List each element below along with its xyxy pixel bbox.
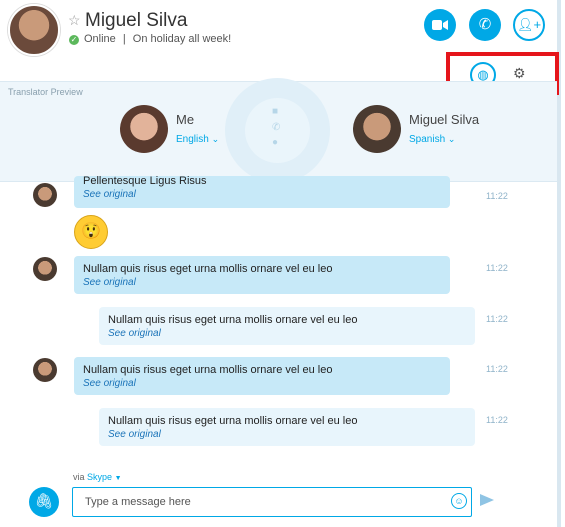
status-label: Online	[84, 33, 116, 45]
status-separator: |	[122, 33, 126, 45]
paperclip-icon: 🖇︎	[34, 493, 54, 510]
contact-avatar-small	[33, 257, 57, 281]
message-input[interactable]	[83, 495, 437, 509]
see-original-link[interactable]: See original	[83, 377, 441, 391]
via-service: Skype	[87, 472, 113, 482]
contact-avatar[interactable]	[8, 4, 60, 56]
video-camera-icon	[432, 20, 448, 30]
my-name: Me	[176, 112, 195, 127]
message-text: Nullam quis risus eget urna mollis ornar…	[108, 415, 358, 427]
audio-call-button[interactable]: ✆	[469, 9, 501, 41]
message-text: Nullam quis risus eget urna mollis ornar…	[108, 314, 358, 326]
message-time: 11:22	[486, 191, 508, 201]
video-call-button[interactable]	[424, 9, 456, 41]
message-bubble: Pellentesque Ligus Risus See original	[74, 175, 450, 208]
chevron-down-icon: ⌄	[447, 134, 456, 144]
caret-down-icon: ▼	[114, 475, 122, 482]
add-people-button[interactable]: 👤︎+	[513, 9, 545, 41]
my-language-select[interactable]: English ⌄	[176, 134, 219, 145]
message-bubble: Nullam quis risus eget urna mollis ornar…	[74, 256, 450, 294]
attach-button[interactable]: 🖇︎	[29, 487, 59, 517]
message-text: Pellentesque Ligus Risus	[83, 175, 207, 187]
message-time: 11:22	[486, 364, 508, 374]
contact-translator-name: Miguel Silva	[409, 112, 480, 127]
contact-language: Spanish	[409, 134, 446, 145]
see-original-link[interactable]: See original	[83, 188, 441, 202]
star-outline-icon[interactable]: ☆	[68, 12, 81, 29]
mood-message: On holiday all week!	[132, 33, 232, 45]
contact-translator-avatar	[353, 105, 401, 153]
via-service-selector[interactable]: via Skype ▼	[73, 472, 122, 482]
message-input-box	[72, 487, 472, 517]
see-original-link[interactable]: See original	[83, 276, 441, 290]
my-avatar	[120, 105, 168, 153]
surprised-emoticon-icon: 😲	[74, 215, 108, 249]
phone-icon: ✆	[478, 16, 492, 33]
chevron-down-icon: ⌄	[211, 134, 220, 144]
message-bubble: Nullam quis risus eget urna mollis ornar…	[74, 357, 450, 395]
add-person-icon: 👤︎+	[516, 17, 542, 32]
message-bubble-outgoing: Nullam quis risus eget urna mollis ornar…	[99, 408, 475, 446]
contact-language-select[interactable]: Spanish ⌄	[409, 134, 455, 145]
video-camera-icon: ■	[272, 106, 279, 117]
contact-name: Miguel Silva	[85, 10, 188, 31]
message-bubble-outgoing: Nullam quis risus eget urna mollis ornar…	[99, 307, 475, 345]
via-prefix: via	[73, 472, 85, 482]
contact-avatar-small	[33, 358, 57, 382]
message-text: Nullam quis risus eget urna mollis ornar…	[83, 263, 333, 275]
message-time: 11:22	[486, 415, 508, 425]
contact-avatar-small	[33, 183, 57, 207]
chat-icon: ●	[272, 137, 279, 148]
phone-icon: ✆	[272, 122, 281, 133]
message-time: 11:22	[486, 263, 508, 273]
see-original-link[interactable]: See original	[108, 428, 466, 442]
my-language: English	[176, 134, 209, 145]
see-original-link[interactable]: See original	[108, 327, 466, 341]
status-line: Online | On holiday all week!	[84, 33, 231, 45]
online-status-icon: ✓	[69, 35, 79, 45]
message-text: Nullam quis risus eget urna mollis ornar…	[83, 364, 333, 376]
send-arrow-icon[interactable]	[480, 494, 494, 506]
message-time: 11:22	[486, 314, 508, 324]
translator-title: Translator Preview	[8, 87, 83, 97]
smiley-icon[interactable]: ☺	[451, 493, 467, 509]
